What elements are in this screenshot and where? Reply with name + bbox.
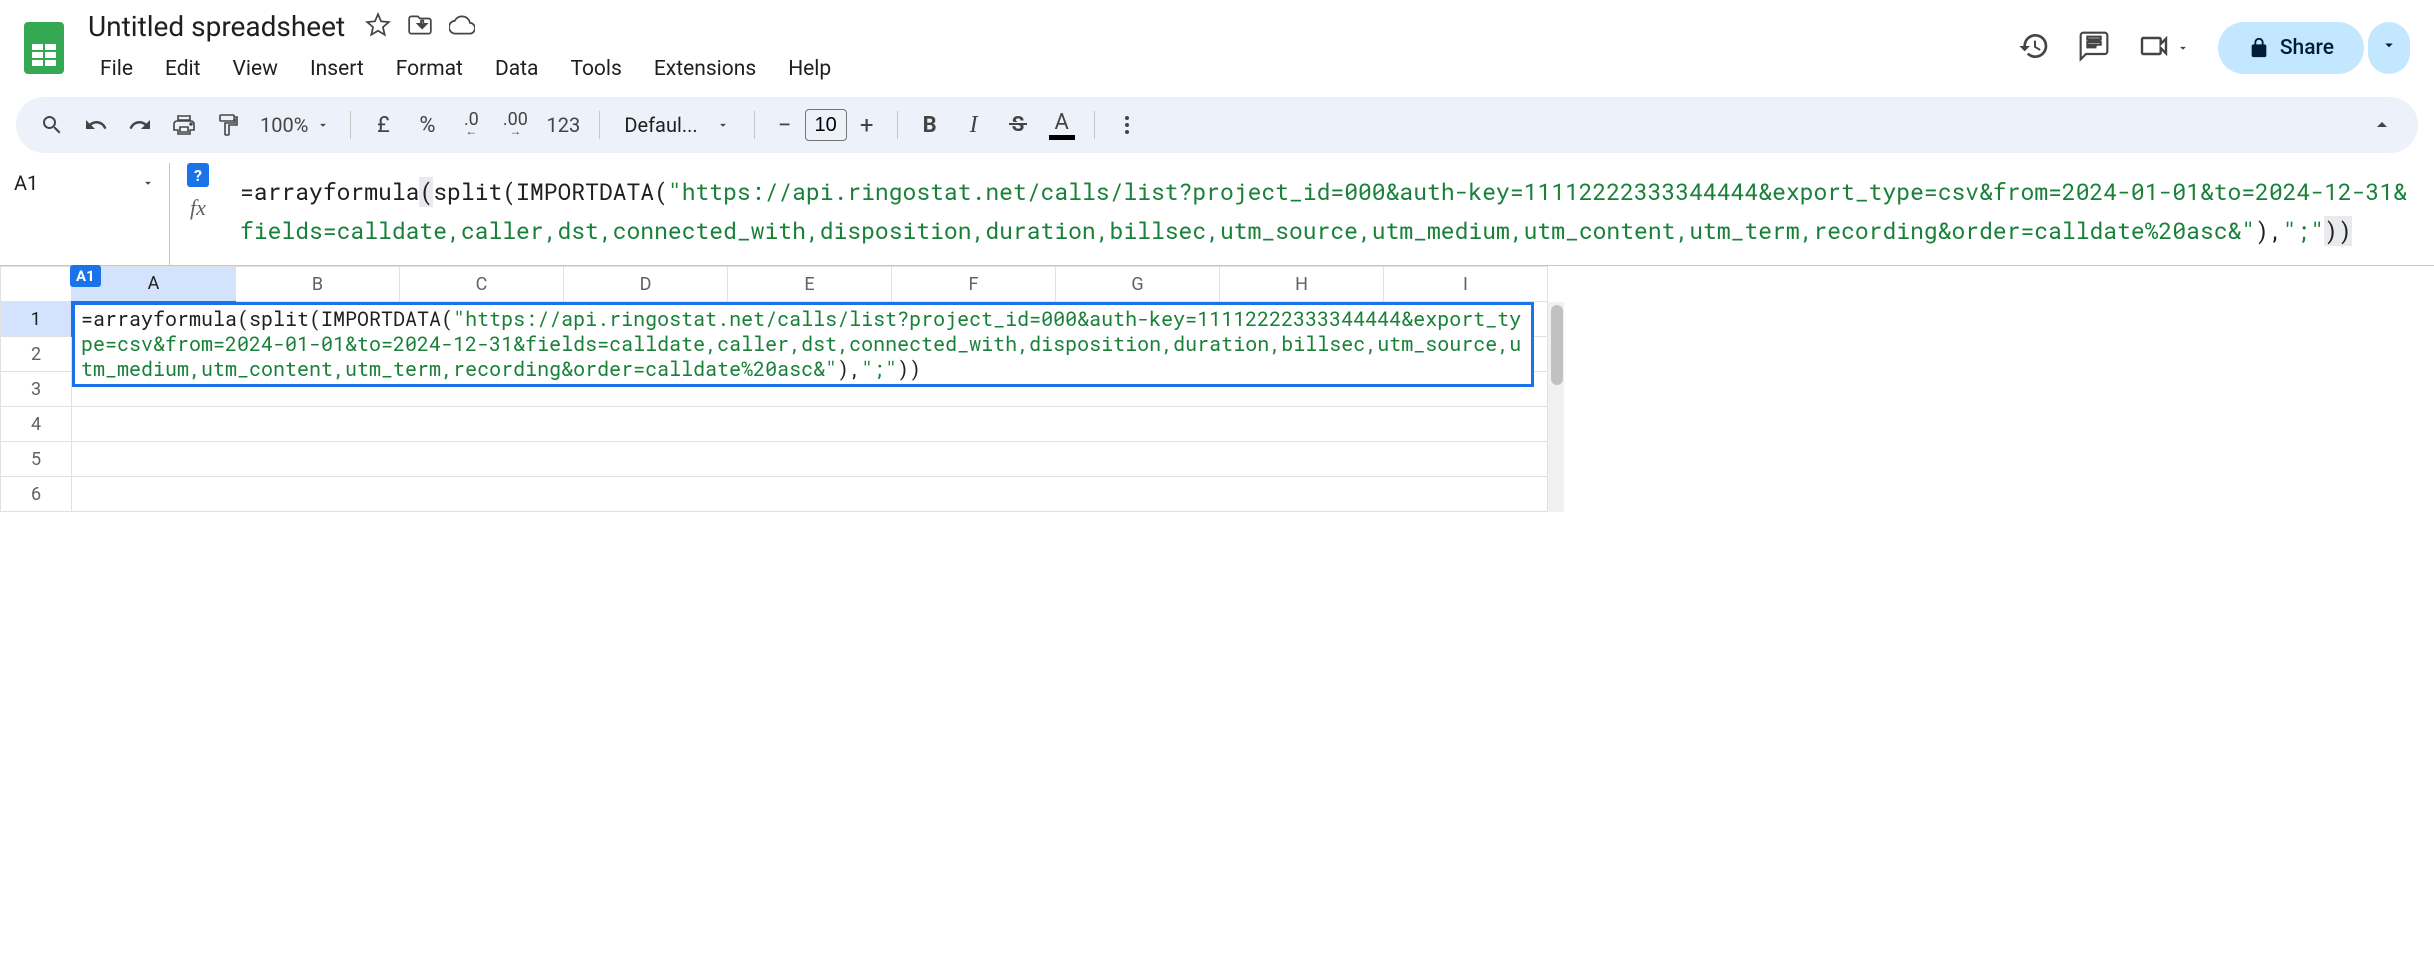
cloud-status-icon[interactable] [449, 12, 475, 42]
active-cell-badge: A1 [70, 265, 101, 287]
zoom-value: 100% [260, 113, 308, 137]
toolbar: 100% £ % .0← .00→ 123 Defaul... − + B I … [16, 97, 2418, 153]
decrease-font-size-button[interactable]: − [767, 107, 803, 143]
star-icon[interactable] [365, 12, 391, 42]
print-icon[interactable] [164, 105, 204, 145]
more-toolbar-icon[interactable] [1107, 105, 1147, 145]
name-box[interactable]: A1 [0, 163, 170, 265]
vertical-scrollbar[interactable] [1548, 302, 1564, 512]
bold-button[interactable]: B [910, 105, 950, 145]
menu-insert[interactable]: Insert [296, 51, 378, 87]
paint-format-icon[interactable] [208, 105, 248, 145]
share-button[interactable]: Share [2218, 22, 2364, 74]
chevron-down-icon[interactable] [2176, 41, 2190, 55]
italic-button[interactable]: I [954, 105, 994, 145]
undo-icon[interactable] [76, 105, 116, 145]
decrease-decimal-button[interactable]: .0← [451, 105, 491, 145]
spreadsheet-grid[interactable]: A1 A B C D E F G H I 1 2 3 4 5 6 =arrayf… [0, 266, 2434, 512]
column-header-f[interactable]: F [892, 267, 1056, 302]
collapse-toolbar-icon[interactable] [2362, 105, 2402, 145]
font-size-input[interactable] [805, 109, 847, 141]
meet-icon[interactable] [2138, 30, 2170, 66]
row-header-1[interactable]: 1 [1, 302, 72, 337]
column-header-g[interactable]: G [1056, 267, 1220, 302]
menu-tools[interactable]: Tools [556, 51, 635, 87]
formula-bar: A1 ? fx =arrayformula(split(IMPORTDATA("… [0, 163, 2434, 266]
percent-button[interactable]: % [407, 105, 447, 145]
zoom-select[interactable]: 100% [252, 113, 338, 137]
row-header-5[interactable]: 5 [1, 442, 72, 477]
redo-icon[interactable] [120, 105, 160, 145]
row-header-2[interactable]: 2 [1, 337, 72, 372]
row-header-3[interactable]: 3 [1, 372, 72, 407]
column-header-d[interactable]: D [564, 267, 728, 302]
menu-bar: File Edit View Insert Format Data Tools … [80, 45, 2010, 87]
menu-extensions[interactable]: Extensions [640, 51, 770, 87]
column-header-h[interactable]: H [1220, 267, 1384, 302]
menu-data[interactable]: Data [481, 51, 553, 87]
active-cell-editor[interactable]: =arrayformula(split(IMPORTDATA("https://… [72, 302, 1534, 387]
comments-icon[interactable] [2078, 30, 2110, 66]
share-dropdown[interactable] [2368, 22, 2410, 74]
document-title[interactable]: Untitled spreadsheet [80, 8, 353, 45]
menu-view[interactable]: View [219, 51, 292, 87]
number-format-button[interactable]: 123 [539, 105, 587, 145]
scrollbar-thumb[interactable] [1551, 305, 1563, 385]
formula-input[interactable]: =arrayformula(split(IMPORTDATA("https://… [236, 163, 2434, 265]
share-label: Share [2280, 36, 2334, 60]
chevron-down-icon [716, 118, 730, 132]
chevron-down-icon [2380, 36, 2398, 54]
select-all-corner[interactable] [1, 267, 72, 302]
formula-help-badge[interactable]: ? [187, 163, 209, 187]
menu-help[interactable]: Help [774, 51, 845, 87]
currency-pound-button[interactable]: £ [363, 105, 403, 145]
name-box-value: A1 [14, 171, 38, 195]
text-color-button[interactable]: A [1042, 105, 1082, 145]
lock-icon [2248, 37, 2270, 59]
increase-font-size-button[interactable]: + [849, 107, 885, 143]
chevron-down-icon [141, 176, 155, 190]
strikethrough-button[interactable] [998, 105, 1038, 145]
column-header-b[interactable]: B [236, 267, 400, 302]
fx-icon: fx [190, 195, 206, 221]
column-header-e[interactable]: E [728, 267, 892, 302]
app-header: Untitled spreadsheet File Edit View Inse… [0, 0, 2434, 87]
row-header-4[interactable]: 4 [1, 407, 72, 442]
menu-format[interactable]: Format [382, 51, 477, 87]
menu-edit[interactable]: Edit [151, 51, 215, 87]
chevron-down-icon [316, 118, 330, 132]
search-menus-icon[interactable] [32, 105, 72, 145]
font-select[interactable]: Defaul... [612, 113, 741, 137]
menu-file[interactable]: File [86, 51, 147, 87]
move-icon[interactable] [407, 12, 433, 42]
column-header-c[interactable]: C [400, 267, 564, 302]
sheets-logo[interactable] [16, 20, 72, 76]
column-header-i[interactable]: I [1384, 267, 1548, 302]
font-name: Defaul... [624, 113, 697, 137]
column-header-a[interactable]: A1 A [72, 267, 236, 302]
row-header-6[interactable]: 6 [1, 477, 72, 512]
increase-decimal-button[interactable]: .00→ [495, 105, 535, 145]
history-icon[interactable] [2018, 30, 2050, 66]
